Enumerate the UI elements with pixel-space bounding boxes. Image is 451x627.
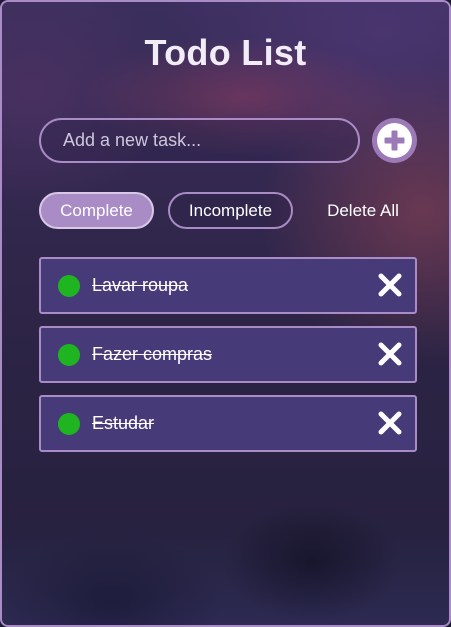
task-item[interactable]: Estudar: [39, 395, 417, 452]
status-complete-icon[interactable]: [58, 344, 80, 366]
task-text: Lavar roupa: [92, 275, 189, 295]
task-text: Estudar: [92, 413, 155, 433]
task-item[interactable]: Lavar roupa: [39, 257, 417, 314]
filter-complete-button[interactable]: Complete: [39, 192, 154, 229]
delete-all-button[interactable]: Delete All: [314, 192, 412, 229]
filter-incomplete-button[interactable]: Incomplete: [168, 192, 293, 229]
page-title: Todo List: [144, 32, 307, 73]
add-task-button[interactable]: [372, 118, 417, 163]
status-complete-icon[interactable]: [58, 413, 80, 435]
delete-task-icon[interactable]: [377, 410, 403, 436]
new-task-input[interactable]: [39, 118, 360, 163]
delete-task-icon[interactable]: [377, 272, 403, 298]
status-complete-icon[interactable]: [58, 275, 80, 297]
task-text: Fazer compras: [92, 344, 213, 364]
todo-app: Todo List Complete Incomplete Delete All…: [0, 0, 451, 627]
delete-task-icon[interactable]: [377, 341, 403, 367]
plus-icon: [384, 130, 405, 151]
task-item[interactable]: Fazer compras: [39, 326, 417, 383]
